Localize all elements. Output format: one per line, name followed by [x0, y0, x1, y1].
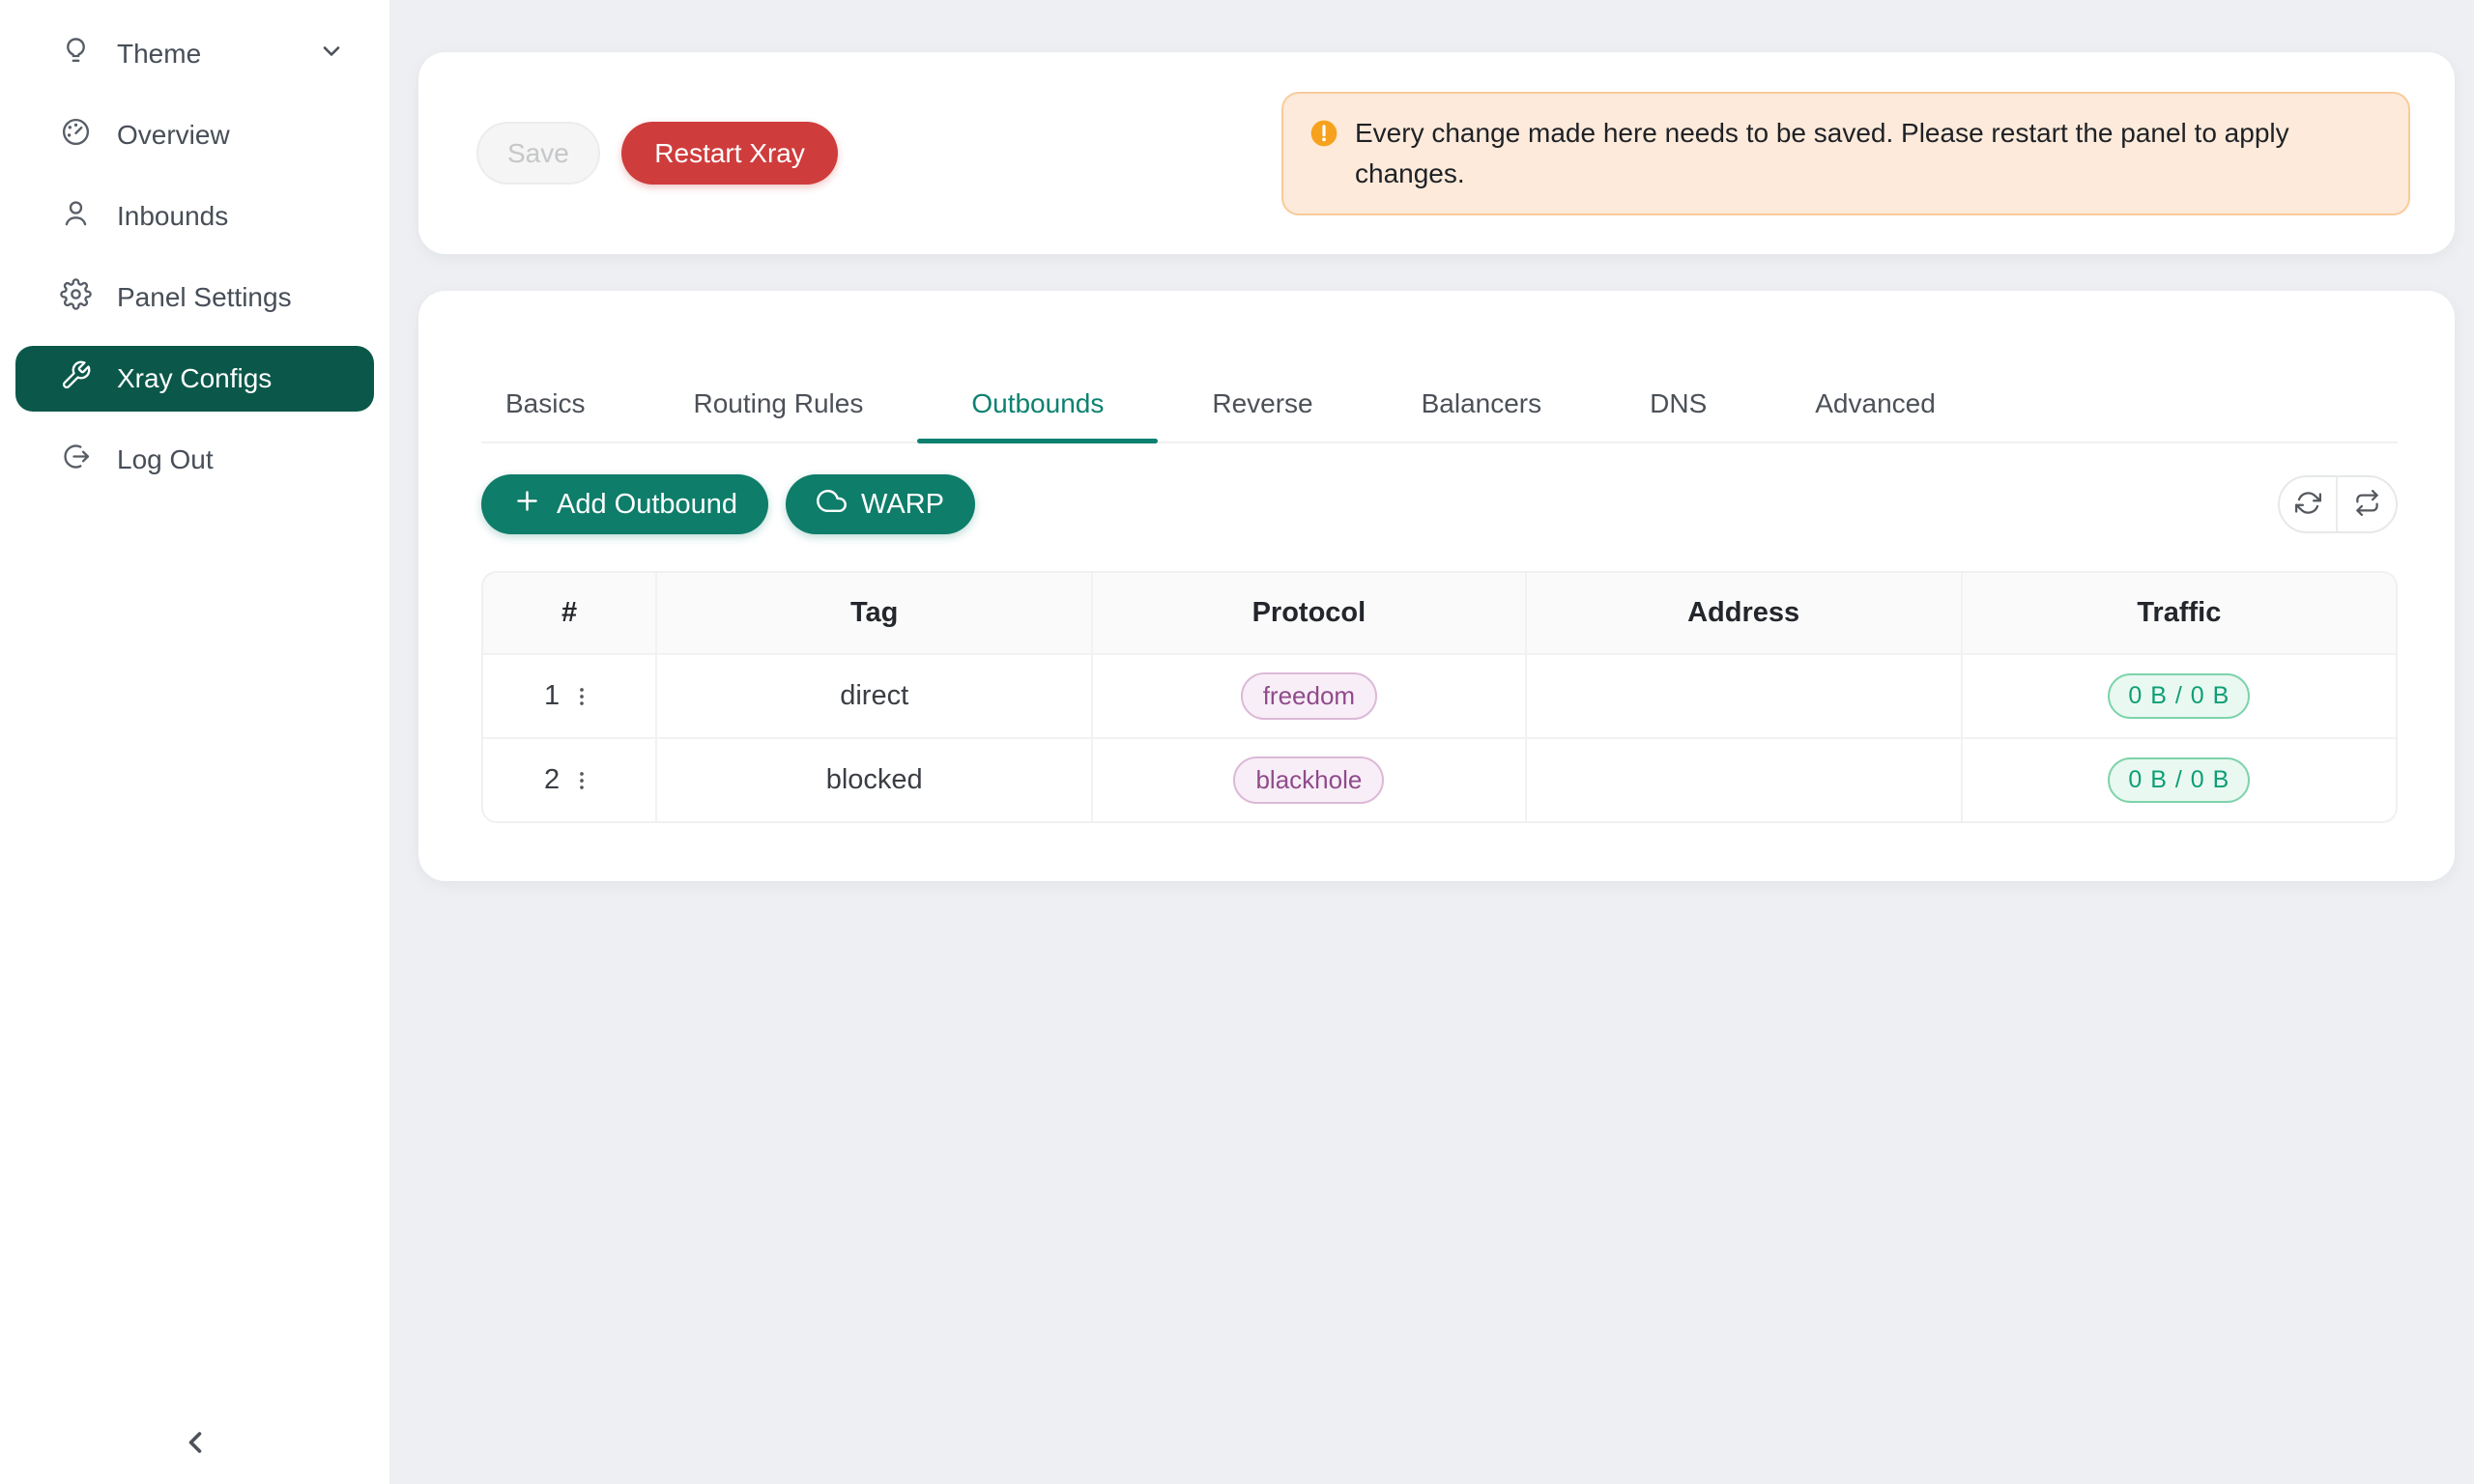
gear-icon	[60, 278, 92, 317]
chevron-left-icon	[178, 1448, 213, 1463]
add-outbound-label: Add Outbound	[557, 489, 737, 521]
row-menu-kebab-icon[interactable]	[569, 768, 594, 793]
xray-configs-card: Basics Routing Rules Outbounds Reverse B…	[418, 291, 2455, 881]
table-row: 1 direct freedom 0 B / 0 B	[483, 653, 2396, 737]
tab-routing-rules[interactable]: Routing Rules	[639, 366, 917, 442]
sidebar-item-label: Theme	[117, 39, 201, 70]
row-menu-kebab-icon[interactable]	[569, 684, 594, 709]
tab-reverse[interactable]: Reverse	[1158, 366, 1366, 442]
lightbulb-icon	[60, 35, 92, 73]
sidebar: Theme Overview Inbounds Panel Settings	[0, 0, 389, 1484]
sidebar-item-overview[interactable]: Overview	[15, 102, 374, 168]
sidebar-item-log-out[interactable]: Log Out	[15, 427, 374, 493]
logout-icon	[60, 441, 92, 479]
table-refresh-group	[2278, 475, 2398, 533]
table-row: 2 blocked blackhole 0 B / 0 B	[483, 737, 2396, 821]
sidebar-item-theme[interactable]: Theme	[15, 21, 374, 87]
tag-cell: direct	[657, 653, 1093, 737]
outbounds-toolbar: Add Outbound WARP	[481, 474, 2398, 534]
config-tabs: Basics Routing Rules Outbounds Reverse B…	[481, 366, 2398, 443]
row-number: 1	[544, 680, 560, 712]
sidebar-collapse-button[interactable]	[178, 1425, 213, 1463]
chevron-down-icon	[318, 38, 345, 71]
traffic-cell: 0 B / 0 B	[1963, 737, 2396, 821]
cloud-icon	[817, 486, 847, 524]
table-header-row: # Tag Protocol Address Traffic	[483, 573, 2396, 653]
sidebar-item-label: Xray Configs	[117, 363, 272, 394]
tab-balancers[interactable]: Balancers	[1367, 366, 1597, 442]
main-content: Save Restart Xray Every change made here…	[389, 0, 2474, 1484]
restart-warning-alert: Every change made here needs to be saved…	[1281, 92, 2410, 215]
traffic-badge: 0 B / 0 B	[2108, 757, 2250, 803]
col-header-tag: Tag	[657, 573, 1093, 653]
outbounds-table: # Tag Protocol Address Traffic 1 direct …	[481, 571, 2398, 823]
sidebar-item-xray-configs[interactable]: Xray Configs	[15, 346, 374, 412]
repeat-icon	[2354, 490, 2380, 519]
sidebar-item-label: Log Out	[117, 444, 214, 475]
sidebar-item-label: Inbounds	[117, 201, 228, 232]
protocol-cell: blackhole	[1093, 737, 1526, 821]
tag-cell: blocked	[657, 737, 1093, 821]
col-header-num: #	[483, 573, 657, 653]
tab-basics[interactable]: Basics	[481, 366, 639, 442]
restart-xray-button[interactable]: Restart Xray	[621, 122, 838, 185]
user-icon	[60, 197, 92, 236]
sidebar-item-label: Overview	[117, 120, 230, 151]
wrench-icon	[60, 359, 92, 398]
sidebar-item-label: Panel Settings	[117, 282, 292, 313]
refresh-button[interactable]	[2280, 477, 2338, 531]
row-num-cell: 2	[483, 737, 657, 821]
sidebar-item-inbounds[interactable]: Inbounds	[15, 184, 374, 249]
warning-icon	[1309, 113, 1339, 160]
save-button[interactable]: Save	[476, 122, 600, 185]
warp-label: WARP	[861, 489, 944, 521]
tab-advanced[interactable]: Advanced	[1761, 366, 1990, 442]
protocol-badge: freedom	[1241, 672, 1377, 720]
warp-button[interactable]: WARP	[786, 474, 975, 534]
col-header-protocol: Protocol	[1093, 573, 1526, 653]
col-header-traffic: Traffic	[1963, 573, 2396, 653]
traffic-badge: 0 B / 0 B	[2108, 673, 2250, 719]
gauge-icon	[60, 116, 92, 155]
col-header-address: Address	[1527, 573, 1963, 653]
sidebar-nav: Theme Overview Inbounds Panel Settings	[0, 21, 389, 493]
add-outbound-button[interactable]: Add Outbound	[481, 474, 768, 534]
refresh-icon	[2295, 490, 2321, 519]
address-cell	[1527, 737, 1963, 821]
action-buttons: Save Restart Xray	[476, 122, 838, 185]
sidebar-item-panel-settings[interactable]: Panel Settings	[15, 265, 374, 330]
plus-icon	[512, 486, 542, 524]
alert-text: Every change made here needs to be saved…	[1355, 113, 2383, 194]
protocol-cell: freedom	[1093, 653, 1526, 737]
reset-traffic-button[interactable]	[2338, 477, 2396, 531]
address-cell	[1527, 653, 1963, 737]
row-num-cell: 1	[483, 653, 657, 737]
tab-outbounds[interactable]: Outbounds	[917, 366, 1158, 442]
protocol-badge: blackhole	[1233, 756, 1384, 804]
traffic-cell: 0 B / 0 B	[1963, 653, 2396, 737]
row-number: 2	[544, 764, 560, 796]
tab-dns[interactable]: DNS	[1596, 366, 1761, 442]
actions-card: Save Restart Xray Every change made here…	[418, 52, 2455, 254]
